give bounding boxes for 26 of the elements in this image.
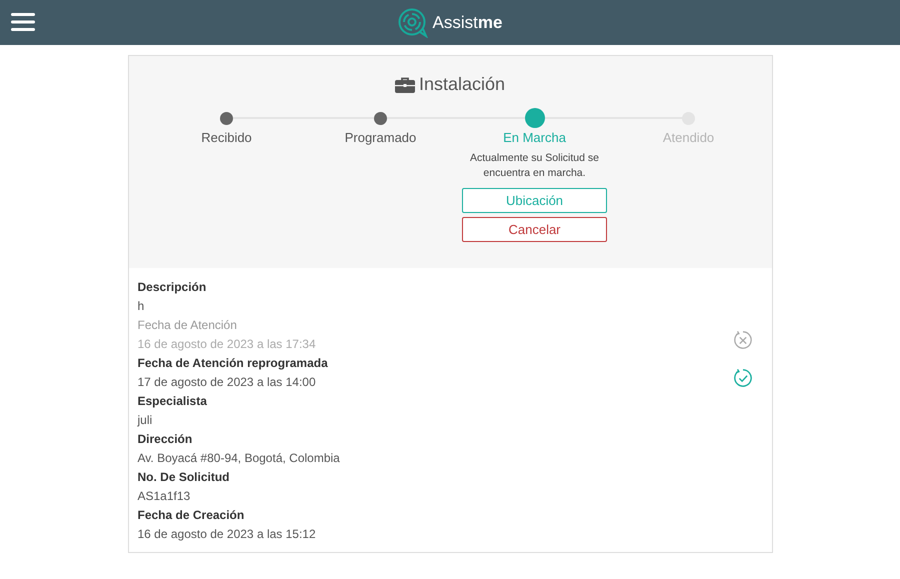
field-value: Av. Boyacá #80-94, Bogotá, Colombia [138,450,340,467]
field-value: 17 de agosto de 2023 a las 14:00 [138,374,317,391]
field-value: juli [138,412,154,429]
field-value: AS1a1f13 [138,488,192,505]
field-label: Especialista [138,393,207,410]
step-label: En Marcha [503,130,566,145]
location-button[interactable]: Ubicación [462,188,607,213]
field-label: No. De Solicitud [138,469,230,486]
field-value: h [138,298,146,315]
field-label: Fecha de Creación [138,507,246,524]
field-label: Fecha de Atención reprogramada [138,355,328,372]
cancel-button[interactable]: Cancelar [462,217,607,242]
field-label: Dirección [138,431,194,448]
briefcase-icon [394,76,415,92]
field-value: 16 de agosto de 2023 a las 15:12 [138,526,316,543]
field-value: 16 de agosto de 2023 a las 17:34 [138,336,316,353]
step-label: Atendido [662,130,714,145]
logo-icon [398,8,428,38]
status-message: Actualmente su Solicitud se encuentra en marcha. [469,151,600,181]
step-label: Recibido [201,130,252,145]
menu-icon[interactable] [11,13,35,31]
step-label: Programado [344,130,416,145]
field-label: Fecha de Atención [138,317,238,334]
logo-text: Assistme [432,12,502,32]
field-label: Descripción [138,279,206,296]
card-title: Instalación [418,74,506,95]
